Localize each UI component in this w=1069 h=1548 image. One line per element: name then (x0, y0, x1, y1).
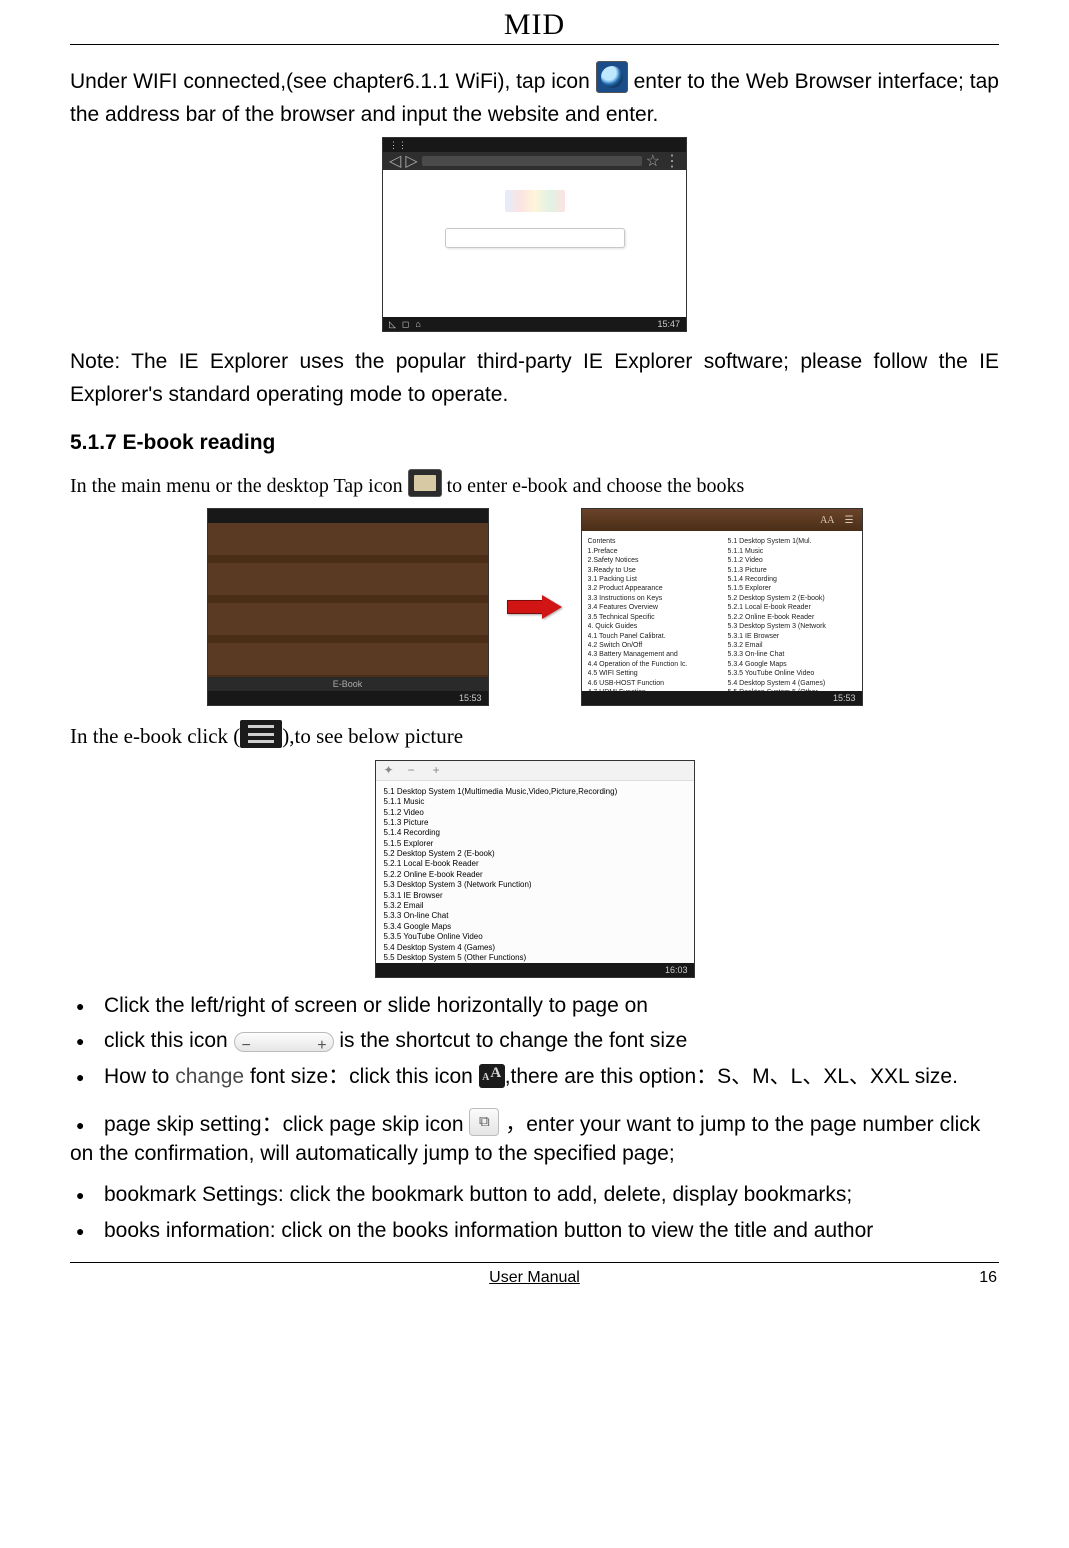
intro-before: Under WIFI connected,(see chapter6.1.1 W… (70, 70, 590, 93)
browser-screenshot: ⋮⋮ ◁▷☆⋮ ◺◻⌂15:47 (382, 137, 687, 332)
bullet-page-skip: page skip setting：click page skip icon ⧉… (70, 1107, 999, 1143)
toc-font-size-icon: AA (820, 515, 834, 526)
page-skip-icon: ⧉ (469, 1108, 499, 1136)
intro-paragraph: Under WIFI connected,(see chapter6.1.1 W… (70, 61, 999, 131)
section-heading-517: 5.1.7 E-book reading (70, 431, 999, 455)
footer-label: User Manual (132, 1269, 937, 1287)
ebook-toc-screenshot: AA ☰ Contents1.Preface2.Safety Notices3.… (581, 508, 863, 706)
bullet-book-info: books information: click on the books in… (70, 1213, 999, 1249)
bullet-change-font: How to change font size：click this icon … (70, 1059, 999, 1095)
page-header-title: MID (70, 8, 999, 42)
ebook-figure-row: E-Book 15:53 AA ☰ Contents1.Preface2.Saf… (70, 508, 999, 706)
toc-menu-icon: ☰ (845, 515, 854, 526)
ebook-intro-after: to enter e-book and choose the books (447, 475, 745, 497)
page-footer: User Manual 16 (70, 1269, 999, 1287)
zoom-pill-icon (234, 1032, 334, 1052)
ebook-app-icon (408, 469, 442, 497)
instruction-bullets: Click the left/right of screen or slide … (70, 988, 999, 1143)
bullet-page-skip-cont: on the confirmation, will automatically … (70, 1138, 999, 1171)
intro-note: Note: The IE Explorer uses the popular t… (70, 346, 999, 411)
ebook-menu-after: ),to see below picture (282, 724, 463, 748)
browser-globe-icon (596, 61, 628, 93)
font-size-icon: AA (479, 1064, 505, 1088)
header-rule (70, 44, 999, 45)
bullet-font-shortcut: click this icon is the shortcut to chang… (70, 1023, 999, 1059)
ebook-menu-icon (240, 720, 282, 748)
ebook-intro-line: In the main menu or the desktop Tap icon… (70, 469, 999, 502)
instruction-bullets-2: bookmark Settings: click the bookmark bu… (70, 1177, 999, 1248)
ebook-shelf-screenshot: E-Book 15:53 (207, 508, 489, 706)
ebook-menu-before: In the e-book click ( (70, 724, 240, 748)
ebook-menu-line: In the e-book click ( ),to see below pict… (70, 720, 999, 754)
change-word: change (175, 1065, 244, 1088)
footer-rule (70, 1262, 999, 1263)
bullet-page-turn: Click the left/right of screen or slide … (70, 988, 999, 1024)
footer-page-number: 16 (937, 1269, 997, 1287)
red-arrow-icon (507, 596, 563, 618)
ebook-contents-screenshot: ✦−+ 5.1 Desktop System 1(Multimedia Musi… (375, 760, 695, 978)
ebook-intro-before: In the main menu or the desktop Tap icon (70, 475, 408, 497)
bullet-bookmark: bookmark Settings: click the bookmark bu… (70, 1177, 999, 1213)
